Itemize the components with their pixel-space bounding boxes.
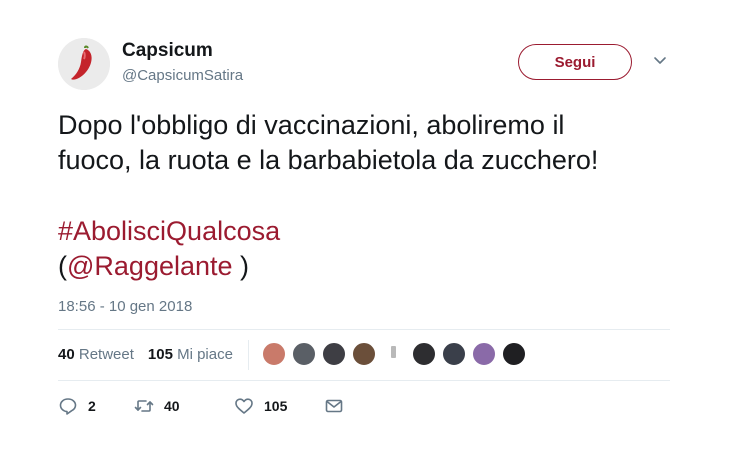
direct-message-button[interactable] [324, 396, 344, 416]
like-button[interactable]: 105 [234, 396, 287, 416]
heart-icon [235, 398, 253, 414]
reply-count: 2 [88, 398, 96, 414]
tweet-card: Capsicum @CapsicumSatira Segui Dopo l'ob… [0, 0, 738, 462]
hashtag-link[interactable]: #AbolisciQualcosa [58, 214, 280, 249]
follow-button[interactable]: Segui [518, 44, 632, 80]
retweets-stat-count: 40 [58, 346, 75, 363]
mention-line: (@Raggelante ) [58, 249, 249, 284]
likes-stat-label: Mi piace [177, 346, 233, 363]
retweet-count: 40 [164, 398, 180, 414]
avatar-liker-2[interactable] [292, 342, 316, 366]
display-name[interactable]: Capsicum [122, 40, 213, 62]
chevron-down-icon [654, 57, 666, 64]
stats-separator [248, 340, 249, 370]
chili-pepper-icon [58, 38, 110, 90]
avatar-liker-4[interactable] [352, 342, 376, 366]
profile-avatar[interactable] [58, 38, 110, 90]
retweets-stat-label: Retweet [78, 346, 134, 363]
paren-open: ( [58, 251, 67, 281]
mention-link[interactable]: @Raggelante [67, 251, 233, 281]
more-options-button[interactable] [652, 55, 668, 67]
avatar-liker-6[interactable] [412, 342, 436, 366]
paren-close: ) [232, 251, 250, 281]
retweet-icon [134, 400, 154, 412]
avatar-liker-5[interactable] [382, 342, 406, 366]
liked-by-avatars [262, 342, 532, 368]
tweet-text: Dopo l'obbligo di vaccinazioni, abolirem… [58, 108, 698, 178]
username-handle[interactable]: @CapsicumSatira [122, 67, 243, 84]
engagement-stats: 40 Retweet 105 Mi piace [58, 346, 233, 363]
likes-stat-count: 105 [147, 346, 173, 363]
likes-stat[interactable]: 105 Mi piace [148, 346, 233, 363]
reply-icon [59, 398, 77, 415]
divider [58, 329, 670, 330]
divider [58, 380, 670, 381]
avatar-liker-3[interactable] [322, 342, 346, 366]
envelope-icon [325, 399, 343, 413]
retweet-button[interactable]: 40 [134, 396, 180, 416]
avatar-liker-7[interactable] [442, 342, 466, 366]
tweet-text-line: fuoco, la ruota e la barbabietola da zuc… [58, 145, 599, 175]
tweet-text-line: Dopo l'obbligo di vaccinazioni, abolirem… [58, 110, 565, 140]
tweet-timestamp[interactable]: 18:56 - 10 gen 2018 [58, 298, 192, 315]
retweets-stat[interactable]: 40 Retweet [58, 346, 134, 363]
reply-button[interactable]: 2 [58, 396, 96, 416]
avatar-liker-1[interactable] [262, 342, 286, 366]
avatar-liker-9[interactable] [502, 342, 526, 366]
avatar-liker-8[interactable] [472, 342, 496, 366]
like-count: 105 [264, 398, 288, 414]
